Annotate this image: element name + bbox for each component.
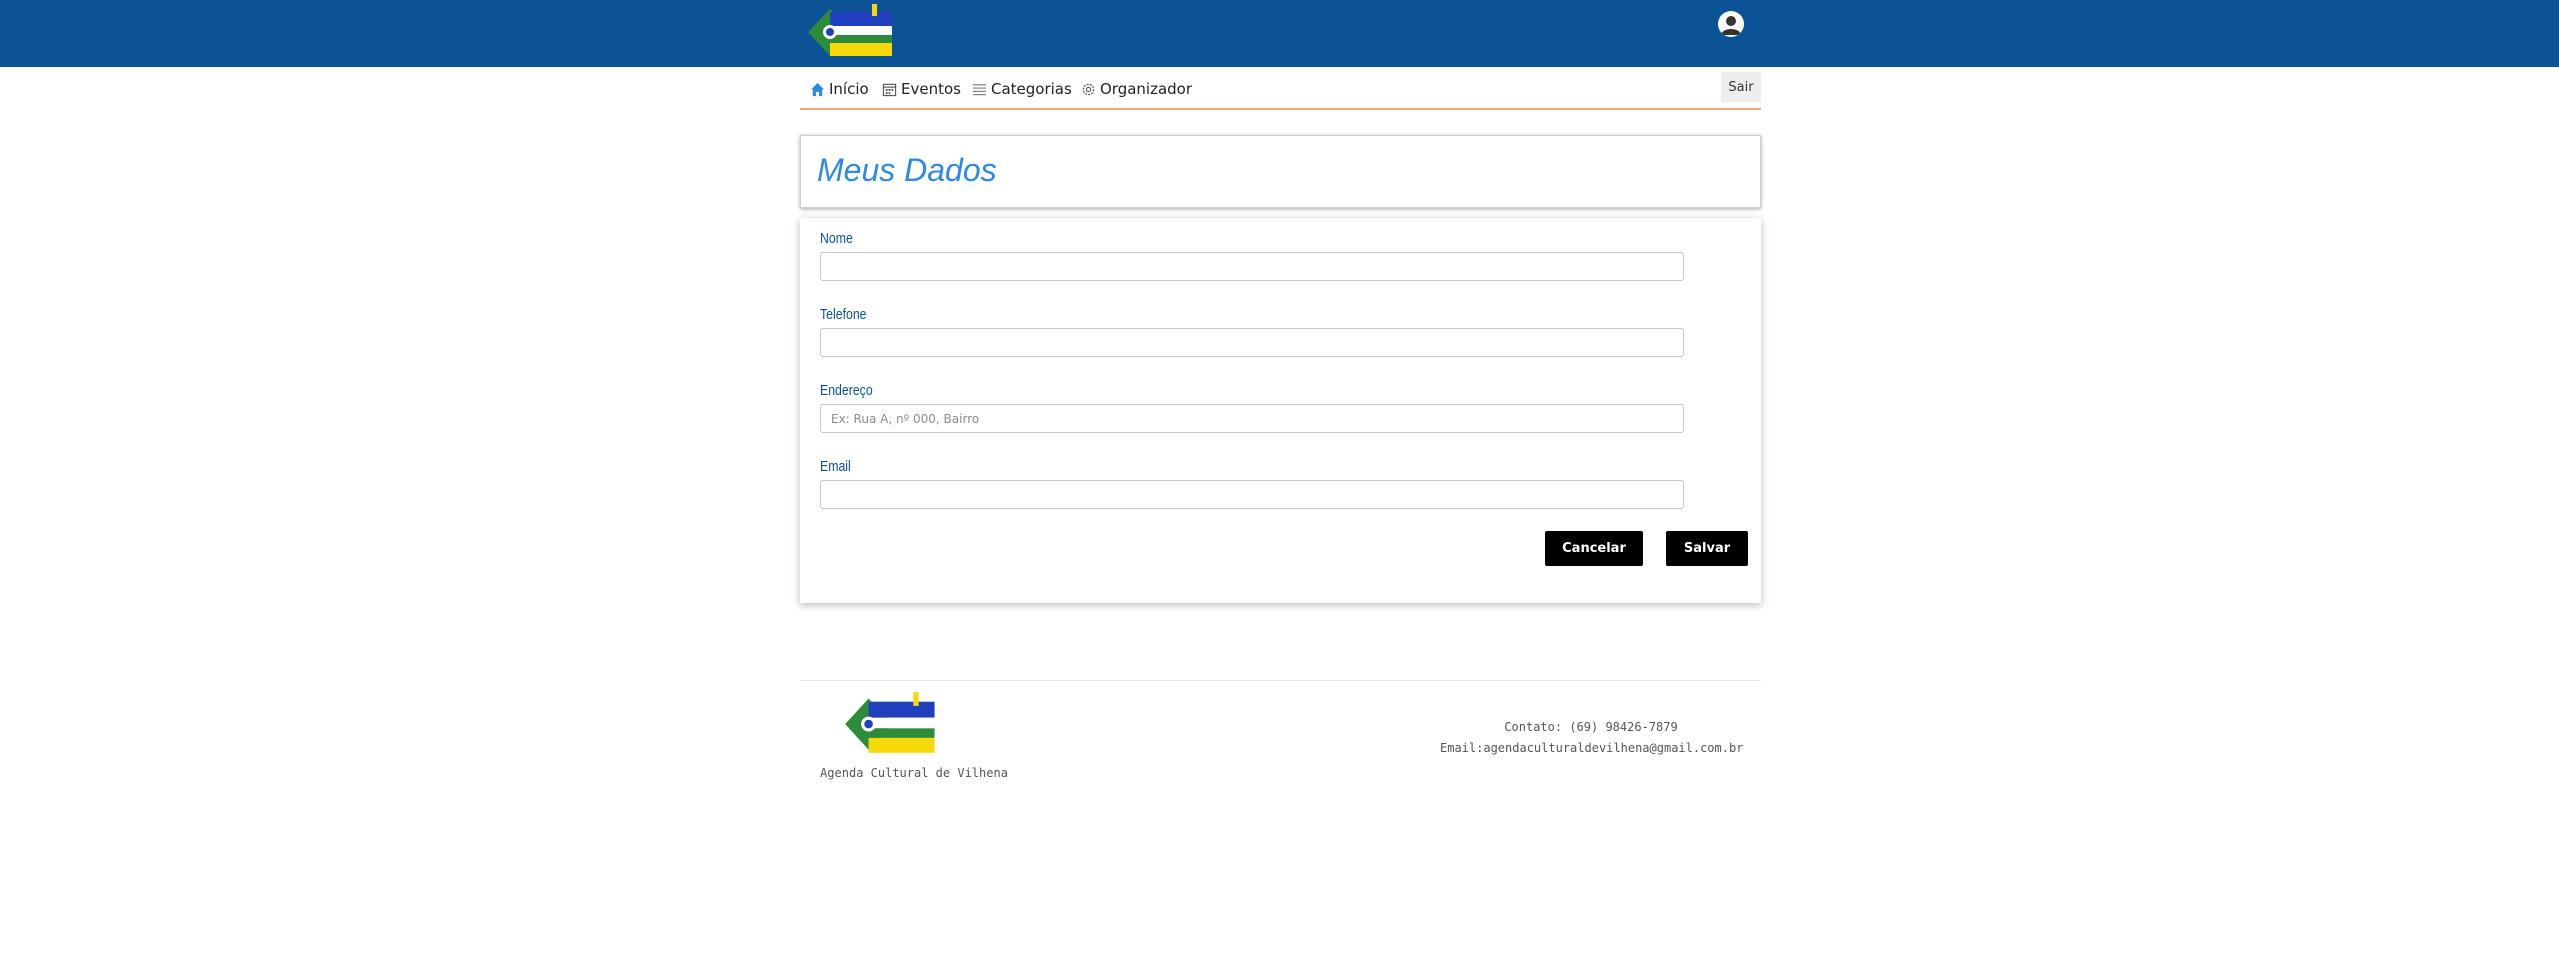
- site-logo[interactable]: [808, 4, 896, 59]
- nav-label-eventos: Eventos: [901, 80, 961, 98]
- main-nav: Início Eventos Categorias Organizador Sa…: [800, 70, 1761, 110]
- address-input[interactable]: [820, 404, 1684, 433]
- list-icon: [972, 83, 987, 95]
- nav-item-eventos[interactable]: Eventos: [882, 78, 961, 100]
- top-header: [0, 0, 2559, 67]
- profile-form: Nome Telefone Endereço Email Cancelar Sa…: [800, 218, 1761, 603]
- page-title-card: Meus Dados: [800, 135, 1761, 208]
- nav-item-categorias[interactable]: Categorias: [972, 78, 1072, 100]
- footer-email: Email:agendaculturaldevilhena@gmail.com.…: [1440, 741, 1744, 755]
- footer-site-name: Agenda Cultural de Vilhena: [820, 766, 1008, 780]
- gear-icon: [1082, 83, 1095, 95]
- cancel-button[interactable]: Cancelar: [1545, 531, 1643, 566]
- nav-label-organizador: Organizador: [1100, 80, 1193, 98]
- home-icon: [810, 82, 825, 96]
- phone-label: Telefone: [820, 306, 867, 323]
- footer-contact: Contato: (69) 98426-7879 Email:agendacul…: [1440, 717, 1744, 759]
- address-label: Endereço: [820, 382, 873, 399]
- footer-logo: [845, 690, 939, 756]
- calendar-icon: [882, 83, 897, 96]
- save-button[interactable]: Salvar: [1666, 531, 1748, 566]
- email-label: Email: [820, 458, 851, 475]
- nav-label-inicio: Início: [829, 80, 869, 98]
- footer-phone: Contato: (69) 98426-7879: [1504, 720, 1678, 734]
- name-input[interactable]: [820, 252, 1684, 281]
- user-avatar-icon[interactable]: [1718, 11, 1744, 37]
- name-label: Nome: [820, 230, 853, 247]
- footer-divider: [800, 680, 1761, 681]
- page-title: Meus Dados: [817, 152, 997, 188]
- nav-item-inicio[interactable]: Início: [810, 78, 869, 100]
- logout-button[interactable]: Sair: [1721, 72, 1761, 102]
- nav-label-categorias: Categorias: [991, 80, 1072, 98]
- phone-input[interactable]: [820, 328, 1684, 357]
- nav-item-organizador[interactable]: Organizador: [1081, 78, 1192, 100]
- email-input[interactable]: [820, 480, 1684, 509]
